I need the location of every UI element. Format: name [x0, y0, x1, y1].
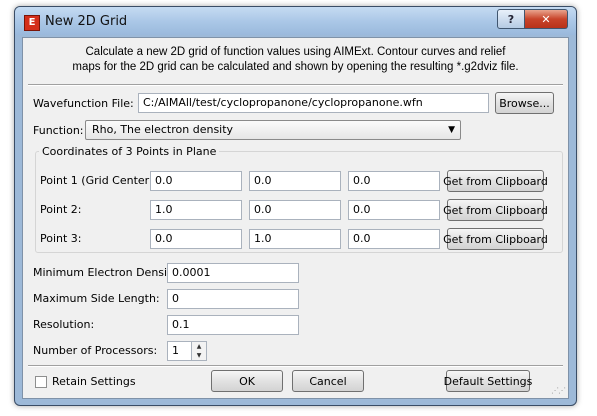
close-button[interactable]: ✕ [525, 9, 568, 29]
coords-group-title: Coordinates of 3 Points in Plane [39, 145, 220, 158]
chevron-down-icon: ▼ [448, 125, 455, 135]
resolution-label: Resolution: [33, 318, 95, 331]
processors-stepper[interactable]: 1 ▲ ▼ [167, 341, 207, 361]
wavefunction-field[interactable]: C:/AIMAll/test/cyclopropanone/cyclopropa… [138, 93, 489, 113]
resize-grip-icon[interactable]: ⋰⋰ [551, 386, 566, 395]
footer-divider [28, 365, 563, 367]
point1-clipboard-button[interactable]: Get from Clipboard [443, 170, 548, 192]
point1-label: Point 1 (Grid Center): [40, 174, 158, 187]
point1-y-field[interactable]: 0.0 [249, 171, 341, 191]
point3-label: Point 3: [40, 232, 82, 245]
point3-y-field[interactable]: 1.0 [249, 229, 341, 249]
dialog-window: E New 2D Grid ? ✕ Calculate a new 2D gri… [14, 6, 577, 406]
title-bar[interactable]: E New 2D Grid ? ✕ [15, 7, 576, 35]
intro-line-2: maps for the 2D grid can be calculated a… [72, 61, 519, 73]
spin-down-icon[interactable]: ▼ [192, 351, 206, 360]
point2-clipboard-button[interactable]: Get from Clipboard [443, 199, 548, 221]
processors-value: 1 [172, 344, 179, 357]
title-buttons: ? ✕ [497, 9, 568, 29]
max-side-field[interactable]: 0 [167, 289, 299, 309]
help-button[interactable]: ? [497, 9, 525, 29]
point1-x-field[interactable]: 0.0 [150, 171, 242, 191]
processors-label: Number of Processors: [33, 344, 158, 357]
dialog-body: Calculate a new 2D grid of function valu… [22, 37, 569, 399]
point2-x-field[interactable]: 1.0 [150, 200, 242, 220]
resolution-field[interactable]: 0.1 [167, 315, 299, 335]
point3-z-field[interactable]: 0.0 [348, 229, 440, 249]
wavefunction-label: Wavefunction File: [33, 97, 134, 110]
function-label: Function: [33, 124, 84, 137]
retain-settings-label[interactable]: Retain Settings [52, 375, 136, 388]
intro-divider [28, 84, 563, 86]
spin-up-icon[interactable]: ▲ [192, 342, 206, 351]
min-density-field[interactable]: 0.0001 [167, 263, 299, 283]
cancel-button[interactable]: Cancel [292, 370, 364, 392]
default-settings-button[interactable]: Default Settings [444, 370, 532, 392]
max-side-label: Maximum Side Length: [33, 292, 160, 305]
point2-y-field[interactable]: 0.0 [249, 200, 341, 220]
window-title: New 2D Grid [45, 14, 128, 29]
point1-z-field[interactable]: 0.0 [348, 171, 440, 191]
point3-x-field[interactable]: 0.0 [150, 229, 242, 249]
function-selected: Rho, The electron density [92, 123, 234, 136]
min-density-label: Minimum Electron Density: [33, 266, 181, 279]
browse-button[interactable]: Browse... [495, 92, 554, 114]
retain-settings-checkbox[interactable] [35, 376, 47, 388]
spin-buttons[interactable]: ▲ ▼ [191, 342, 206, 360]
app-icon: E [24, 15, 40, 31]
ok-button[interactable]: OK [211, 370, 283, 392]
point2-label: Point 2: [40, 203, 82, 216]
point2-z-field[interactable]: 0.0 [348, 200, 440, 220]
function-select[interactable]: Rho, The electron density ▼ [85, 120, 461, 140]
intro-line-1: Calculate a new 2D grid of function valu… [85, 46, 506, 58]
point3-clipboard-button[interactable]: Get from Clipboard [443, 228, 548, 250]
intro-text: Calculate a new 2D grid of function valu… [23, 38, 568, 84]
